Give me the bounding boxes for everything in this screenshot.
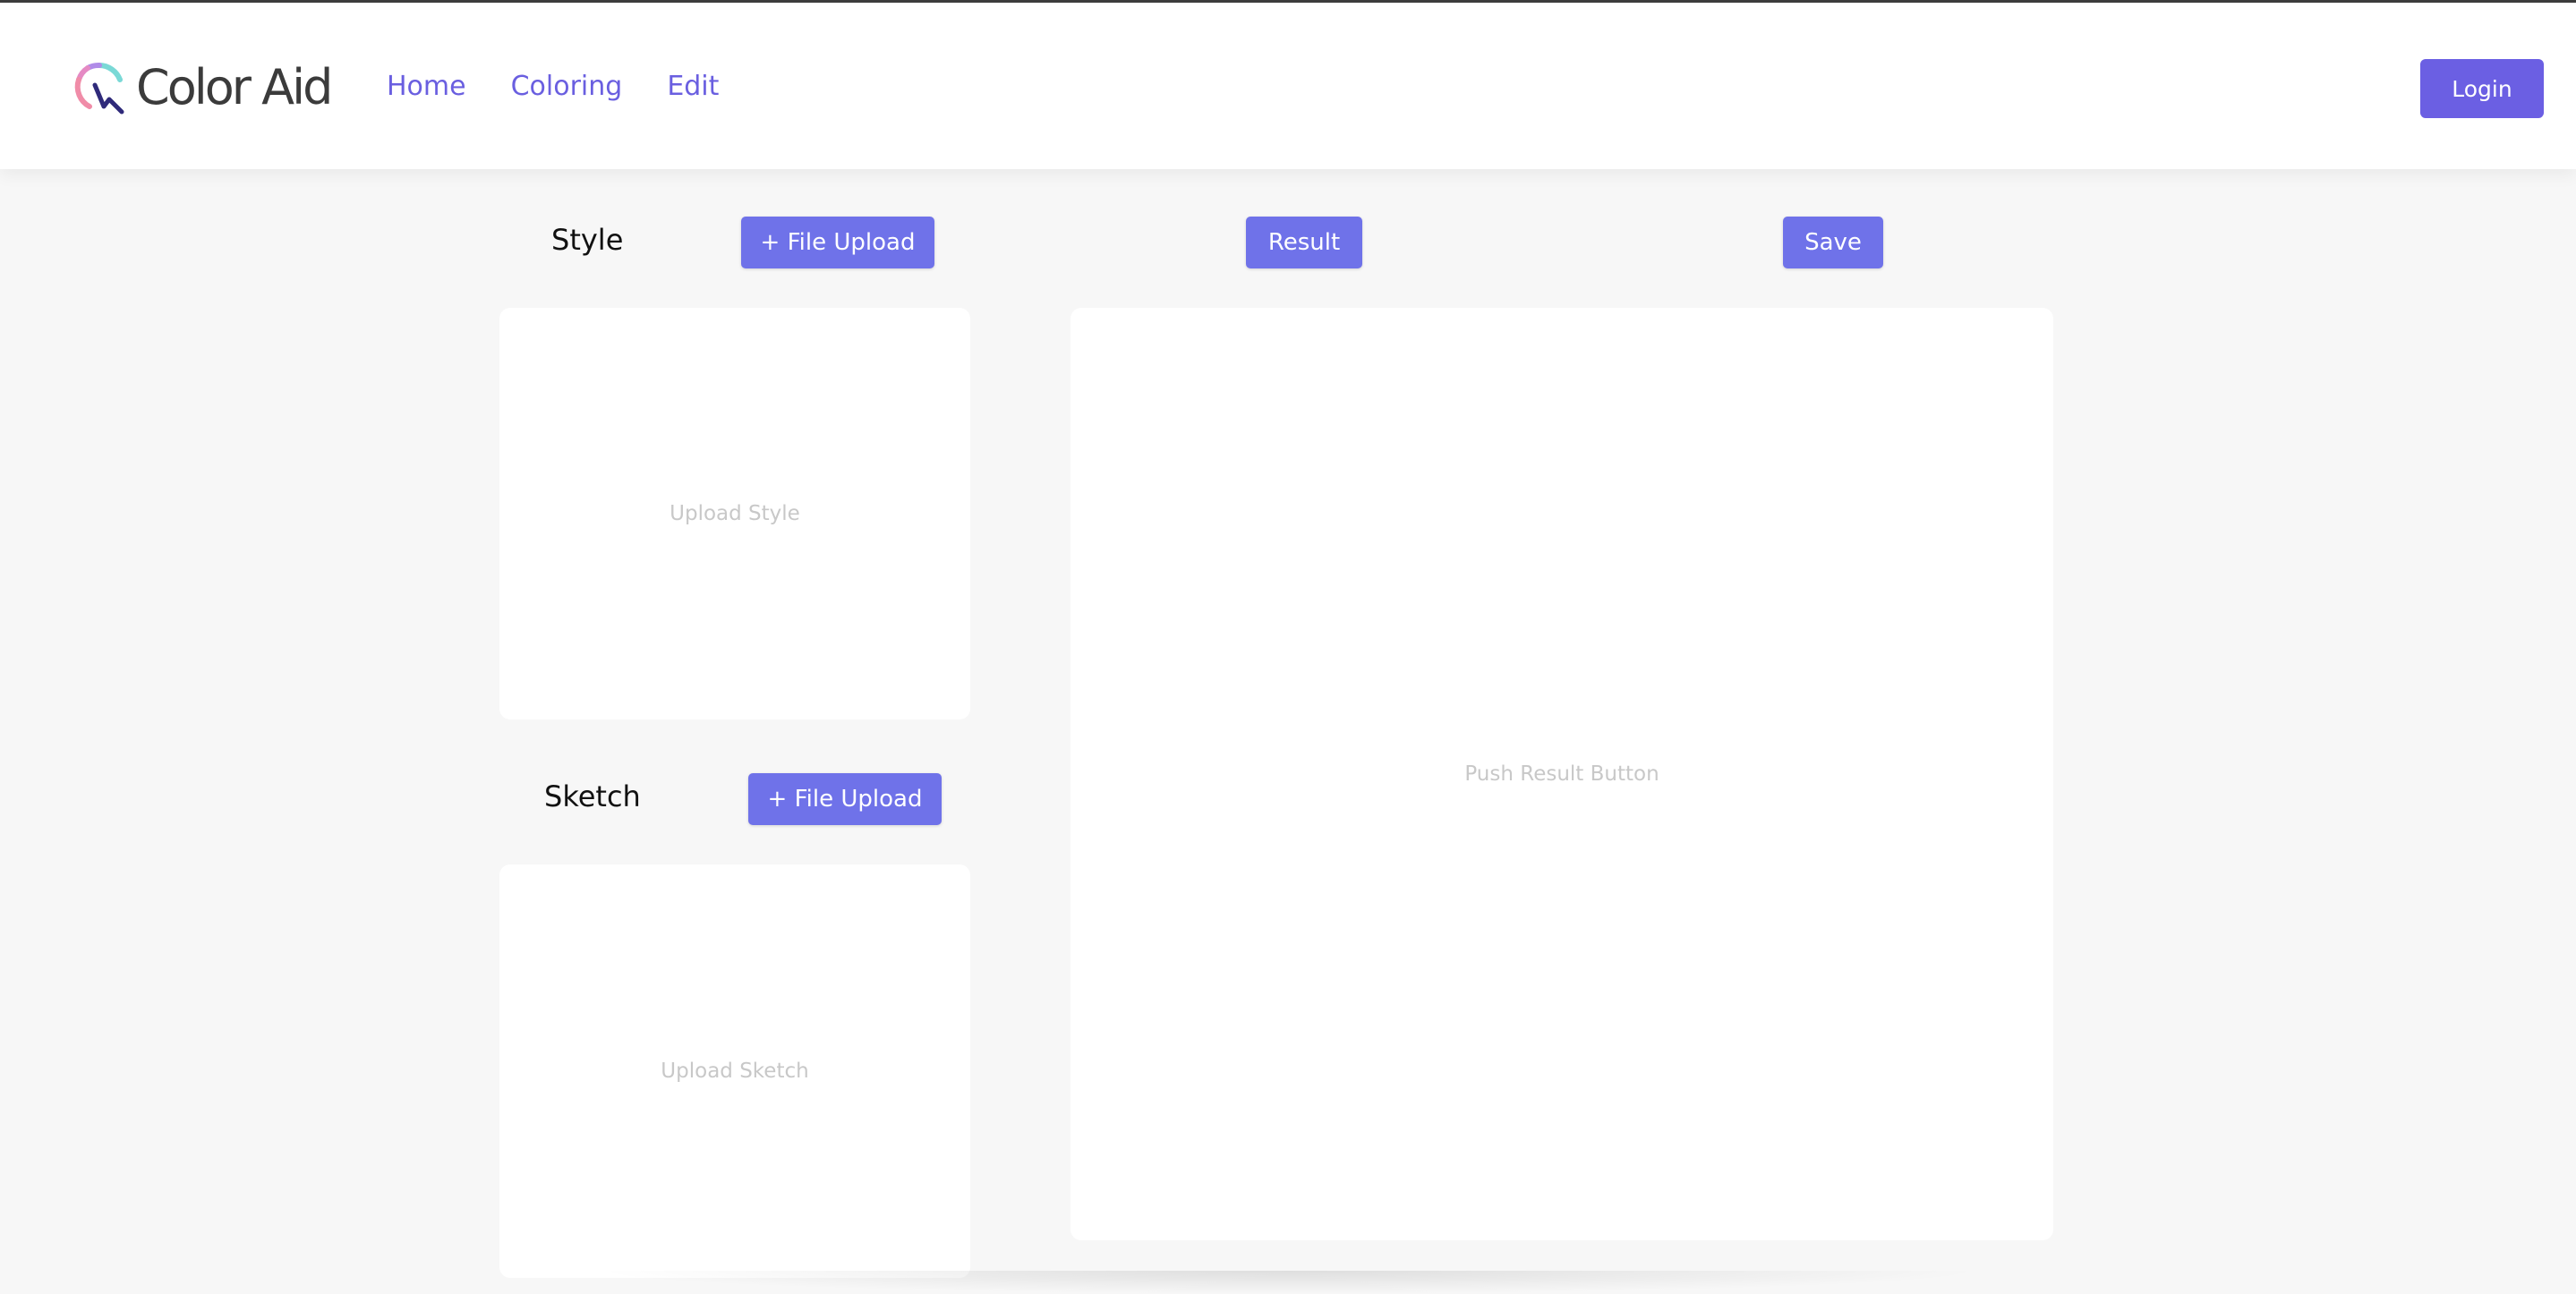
result-button[interactable]: Result	[1246, 217, 1362, 268]
style-upload-area[interactable]: Upload Style	[499, 308, 970, 719]
bottom-shadow	[591, 1271, 1987, 1294]
sketch-upload-area[interactable]: Upload Sketch	[499, 864, 970, 1278]
logo[interactable]: Color Aid	[72, 59, 333, 115]
sketch-file-upload-button[interactable]: + File Upload	[748, 773, 942, 825]
save-button[interactable]: Save	[1783, 217, 1883, 268]
result-area: Push Result Button	[1070, 308, 2053, 1240]
color-aid-logo-icon	[74, 63, 124, 115]
main-nav: Home Coloring Edit	[387, 69, 719, 105]
style-upload-placeholder: Upload Style	[670, 502, 800, 525]
style-title: Style	[551, 223, 624, 257]
sketch-upload-placeholder: Upload Sketch	[661, 1060, 809, 1083]
style-file-upload-button[interactable]: + File Upload	[741, 217, 934, 268]
nav-item-coloring[interactable]: Coloring	[511, 69, 623, 105]
header: Color Aid Home Coloring Edit Login	[0, 3, 2576, 169]
logo-text: Color Aid	[136, 59, 333, 115]
login-button[interactable]: Login	[2420, 59, 2544, 118]
result-placeholder: Push Result Button	[1464, 762, 1659, 786]
nav-item-edit[interactable]: Edit	[667, 69, 719, 105]
nav-item-home[interactable]: Home	[387, 69, 466, 105]
sketch-title: Sketch	[544, 779, 641, 813]
